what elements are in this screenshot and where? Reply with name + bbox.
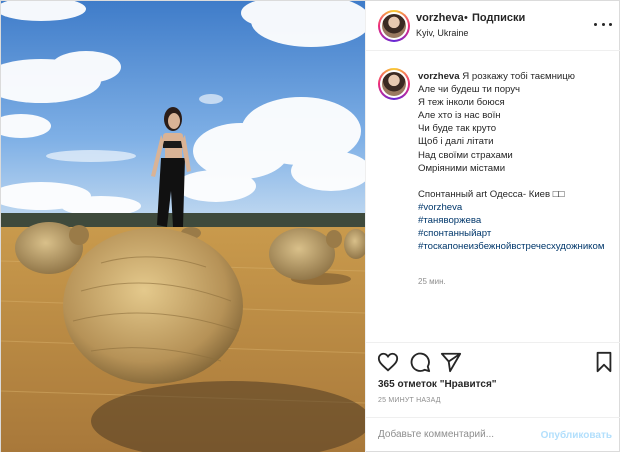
caption-username-link[interactable]: vorzheva xyxy=(418,71,460,82)
caption-line: Я теж інколи боюся xyxy=(418,97,505,109)
caption-line: Щоб і далі літати xyxy=(418,136,494,148)
comment-icon[interactable] xyxy=(409,351,431,373)
username-link[interactable]: vorzheva xyxy=(416,12,464,24)
caption-line: Спонтанный art Одесса- Киев □□ xyxy=(418,188,565,200)
add-comment-bar: Опубликовать xyxy=(366,417,620,452)
caption-timestamp[interactable]: 25 мин. xyxy=(418,277,446,286)
caption-line: Але хто із нас воїн xyxy=(418,110,501,122)
more-horizontal-icon[interactable] xyxy=(594,16,612,32)
post-side-panel: vorzheva • Подписки Kyiv, Ukraine vorzhe… xyxy=(365,1,620,452)
hay-field-photo xyxy=(1,1,365,452)
following-button[interactable]: Подписки xyxy=(472,12,525,24)
caption-line: Чи буде так круто xyxy=(418,123,497,135)
caption-line: Я розкажу тобі таємницю xyxy=(459,71,575,82)
hashtag-link[interactable]: #таняворжева xyxy=(418,214,616,227)
bookmark-icon[interactable] xyxy=(593,351,615,373)
post-time-ago[interactable]: 25 МИНУТ НАЗАД xyxy=(378,397,441,404)
caption-avatar[interactable] xyxy=(378,68,410,100)
separator-dot: • xyxy=(464,12,468,24)
hashtag-link[interactable]: #спонтанныйарт xyxy=(418,227,616,240)
share-icon[interactable] xyxy=(440,351,462,373)
location-link[interactable]: Kyiv, Ukraine xyxy=(416,28,468,38)
post-photo[interactable] xyxy=(1,1,365,452)
caption-text: vorzheva Я розкажу тобі таємницю Але чи … xyxy=(418,70,616,253)
caption-line: Але чи будеш ти поруч xyxy=(418,84,521,96)
hashtag-link[interactable]: #vorzheva xyxy=(418,201,616,214)
post-header: vorzheva • Подписки Kyiv, Ukraine xyxy=(366,1,620,51)
comments-area: vorzheva Я розкажу тобі таємницю Але чи … xyxy=(366,52,620,341)
heart-icon[interactable] xyxy=(377,351,399,373)
comment-input[interactable] xyxy=(378,429,538,440)
hashtag-link[interactable]: #тоскапонеизбежнойвстречесхудожником xyxy=(418,240,616,253)
caption-line: Над своїми страхами xyxy=(418,149,513,161)
caption-line: Омріяними містами xyxy=(418,162,506,174)
instagram-post: vorzheva • Подписки Kyiv, Ukraine vorzhe… xyxy=(0,0,620,452)
publish-button[interactable]: Опубликовать xyxy=(541,430,612,441)
action-bar: 365 отметок "Нравится" 25 МИНУТ НАЗАД Оп… xyxy=(366,342,620,452)
avatar[interactable] xyxy=(378,10,410,42)
likes-count[interactable]: 365 отметок "Нравится" xyxy=(378,379,497,390)
